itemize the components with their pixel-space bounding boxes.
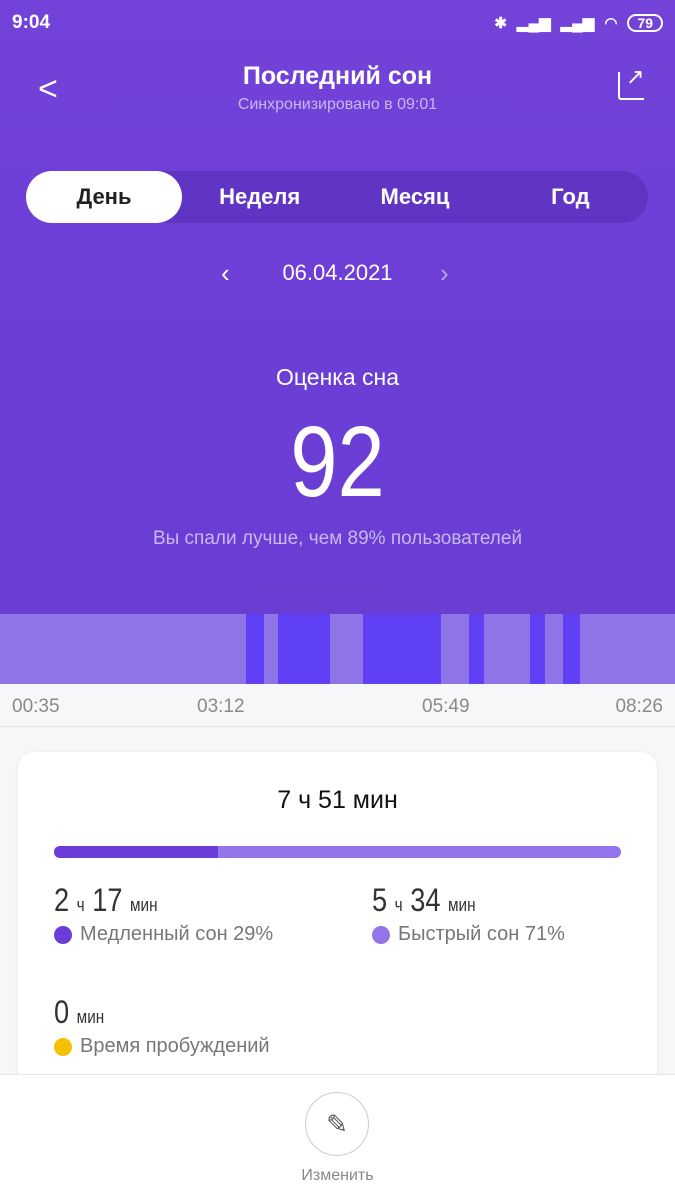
divider <box>0 726 675 727</box>
unit: ч <box>76 895 85 915</box>
time-tick: 08:26 <box>615 696 663 717</box>
deep-sleep-segment <box>362 614 442 684</box>
tab-day[interactable]: День <box>26 171 182 223</box>
deep-dot-icon <box>54 925 72 944</box>
score-comparison: Вы спали лучше, чем 89% пользователей <box>152 528 523 549</box>
deep-sleep-segment <box>563 614 581 684</box>
deep-sleep-segment <box>530 614 545 684</box>
minutes: 0 <box>54 994 70 1030</box>
tab-week[interactable]: Неделя <box>182 171 337 223</box>
hours: 5 <box>372 882 388 918</box>
time-tick: 05:49 <box>422 696 470 717</box>
bluetooth-icon: ✱ <box>494 15 507 32</box>
unit: мин <box>448 895 476 915</box>
sleep-timeline[interactable] <box>0 614 675 684</box>
unit: мин <box>130 895 158 915</box>
hours: 2 <box>54 882 70 918</box>
share-icon[interactable] <box>618 64 644 100</box>
light-dot-icon <box>372 925 390 944</box>
deep-sleep-segment <box>278 614 330 684</box>
light-sleep-stat: 5 ч 34 мин Быстрый сон 71% <box>372 882 565 946</box>
minutes: 17 <box>92 882 123 918</box>
awake-stat: 0 мин Время пробуждений <box>54 994 270 1058</box>
deep-fill <box>54 846 219 858</box>
tab-month[interactable]: Месяц <box>337 171 492 223</box>
minutes: 34 <box>410 882 441 918</box>
status-bar: 9:04 ✱ ▂▄▆ ▂▄▆ ◠ 79 <box>12 12 663 34</box>
tab-year[interactable]: Год <box>493 171 648 223</box>
score-value: 92 <box>290 406 385 518</box>
deep-sleep-segment <box>468 614 485 684</box>
time-tick: 03:12 <box>197 696 245 717</box>
header-area: 9:04 ✱ ▂▄▆ ▂▄▆ ◠ 79 < Последний сон Синхрони… <box>0 0 675 614</box>
score-label: Оценка сна <box>275 364 400 390</box>
battery-icon: 79 <box>627 14 663 32</box>
light-label: Быстрый сон 71% <box>398 923 565 945</box>
total-duration: 7 ч 51 мин <box>277 786 398 814</box>
signal-icon: ▂▄▆ <box>516 15 551 32</box>
deep-sleep-segment <box>246 614 264 684</box>
awake-dot-icon <box>54 1037 72 1056</box>
period-tabs: День Неделя Месяц Год <box>26 171 648 223</box>
time-tick: 00:35 <box>12 696 60 717</box>
sleep-ratio-bar <box>54 846 621 858</box>
unit: ч <box>394 895 403 915</box>
sync-status: Синхронизировано в 09:01 <box>237 96 438 113</box>
edit-button[interactable]: ✎ <box>305 1092 369 1156</box>
awake-label: Время пробуждений <box>80 1035 270 1057</box>
deep-label: Медленный сон 29% <box>80 923 274 945</box>
unit: мин <box>76 1007 105 1027</box>
edit-label[interactable]: Изменить <box>0 1167 675 1185</box>
next-date-button[interactable]: › <box>440 258 449 289</box>
clock: 9:04 <box>12 12 51 33</box>
signal-icon: ▂▄▆ <box>560 15 595 32</box>
edit-icon: ✎ <box>326 1108 348 1139</box>
wifi-icon: ◠ <box>604 15 618 32</box>
deep-sleep-stat: 2 ч 17 мин Медленный сон 29% <box>54 882 273 946</box>
date-label: 06.04.2021 <box>282 260 393 285</box>
bottom-bar: ✎ Изменить <box>0 1074 675 1200</box>
page-title: Последний сон <box>242 62 433 90</box>
